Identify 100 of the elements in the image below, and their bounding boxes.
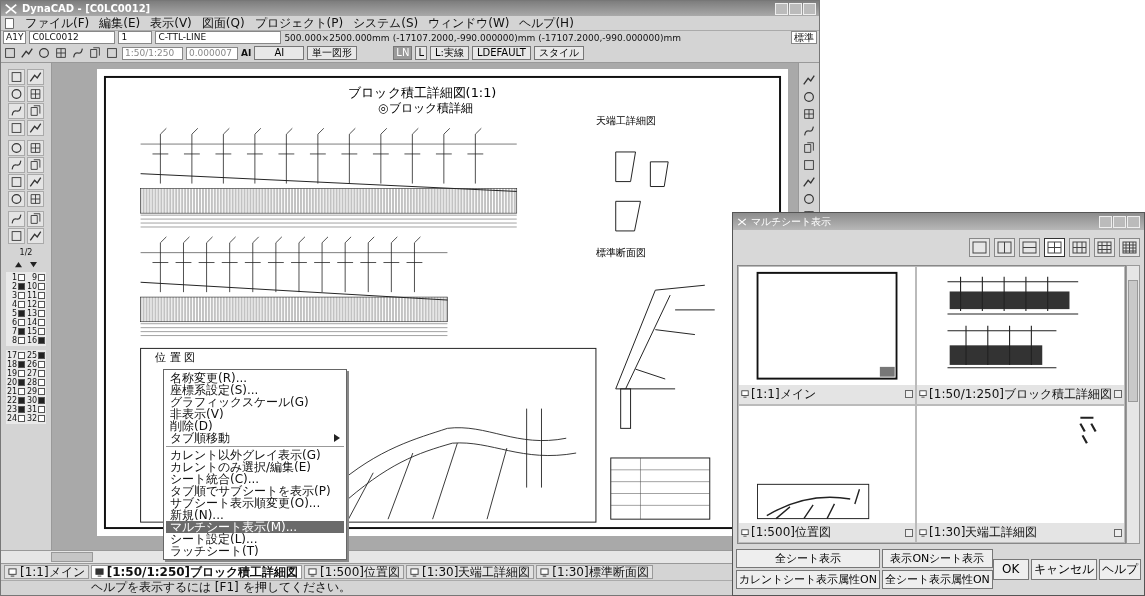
- layer-toggle[interactable]: [18, 328, 25, 335]
- layer-number-field[interactable]: 1: [118, 31, 153, 44]
- sheet-tab[interactable]: [1:500]位置図: [304, 565, 405, 579]
- menu-item[interactable]: ファイル(F): [25, 14, 90, 32]
- menu-item[interactable]: マルチシート表示(M)...: [166, 521, 344, 533]
- menu-item[interactable]: グラフィックスケール(G): [166, 396, 344, 408]
- submenu-item[interactable]: タブ順移動: [166, 432, 344, 444]
- layer-toggle[interactable]: [18, 406, 25, 413]
- menu-item[interactable]: 名称変更(R)...: [166, 372, 344, 384]
- menu-item[interactable]: 座標系設定(S)...: [166, 384, 344, 396]
- layout-button[interactable]: [1069, 238, 1090, 257]
- layer-toggle[interactable]: [18, 283, 25, 290]
- layout-button[interactable]: [1019, 238, 1040, 257]
- minimize-button[interactable]: [775, 2, 788, 15]
- layout-button[interactable]: [1044, 238, 1065, 257]
- layer-toggle[interactable]: [38, 361, 45, 368]
- layer-toggle[interactable]: [18, 274, 25, 281]
- layer-toggle[interactable]: [38, 379, 45, 386]
- layer-toggle[interactable]: [18, 301, 25, 308]
- menu-item[interactable]: プロジェクト(P): [254, 14, 344, 32]
- menu-item[interactable]: 削除(D): [166, 420, 344, 432]
- layer-toggle[interactable]: [18, 370, 25, 377]
- sheet-preview[interactable]: [917, 267, 1124, 385]
- layout-button[interactable]: [1119, 238, 1140, 257]
- sheet-display-button[interactable]: 表示ONシート表示: [881, 549, 993, 568]
- scale-field[interactable]: 1:50/1:250: [122, 46, 183, 60]
- scroll-thumb[interactable]: [51, 552, 93, 562]
- sheet-tab[interactable]: [1:50/1:250]ブロック積工詳細図: [90, 565, 303, 579]
- layer-toggle[interactable]: [38, 352, 45, 359]
- font-selector[interactable]: AI: [254, 46, 305, 60]
- layer-toggle[interactable]: [18, 292, 25, 299]
- dialog-button[interactable]: OK: [992, 558, 1029, 580]
- linetype-toggle[interactable]: L: [415, 46, 427, 60]
- layer-toggle[interactable]: [18, 388, 25, 395]
- menu-item[interactable]: 編集(E): [99, 14, 141, 32]
- layer-toggle[interactable]: [38, 319, 45, 326]
- menu-item[interactable]: カレント以外グレイ表示(G): [166, 449, 344, 461]
- menu-item[interactable]: 図面(Q): [201, 14, 245, 32]
- mode-selector[interactable]: 単一図形: [307, 46, 358, 60]
- sheet-tab[interactable]: [1:30]天端工詳細図: [406, 565, 535, 579]
- layer-toggle[interactable]: [38, 337, 45, 344]
- menu-item[interactable]: タブ順でサブシートを表示(P): [166, 485, 344, 497]
- layer-name-field[interactable]: C-TTL-LINE: [155, 31, 282, 44]
- layer-toggle[interactable]: [38, 283, 45, 290]
- menu-item[interactable]: シート統合(C)...: [166, 473, 344, 485]
- layer-toggle[interactable]: [38, 301, 45, 308]
- menu-item[interactable]: カレントのみ選択/編集(E): [166, 461, 344, 473]
- up-arrow-icon[interactable]: [14, 261, 23, 268]
- layer-toggle[interactable]: [18, 310, 25, 317]
- layer-toggle[interactable]: [38, 370, 45, 377]
- close-button[interactable]: [1127, 215, 1140, 228]
- layer-toggle[interactable]: [18, 337, 25, 344]
- layer-toggle[interactable]: [18, 361, 25, 368]
- down-arrow-icon[interactable]: [29, 261, 38, 268]
- sheet-tab[interactable]: [1:1]メイン: [4, 565, 89, 579]
- layer-toggle[interactable]: [18, 415, 25, 422]
- menu-item[interactable]: ヘルプ(H): [519, 14, 574, 32]
- pen-selector[interactable]: LDEFAULT: [471, 46, 531, 60]
- dialog-button[interactable]: ヘルプ: [1098, 558, 1141, 580]
- layer-toggle[interactable]: [38, 397, 45, 404]
- sheet-code-field[interactable]: A1Y: [3, 31, 27, 44]
- layer-toggle[interactable]: [38, 406, 45, 413]
- maximize-button[interactable]: [789, 2, 802, 15]
- layer-toggle[interactable]: [38, 292, 45, 299]
- layer-toggle[interactable]: [38, 328, 45, 335]
- maximize-button[interactable]: [1113, 215, 1126, 228]
- value-field[interactable]: 0.000007: [186, 46, 238, 60]
- layer-toggle[interactable]: [38, 388, 45, 395]
- layer-toggle[interactable]: [38, 310, 45, 317]
- dialog-button[interactable]: キャンセル: [1030, 558, 1097, 580]
- menu-item[interactable]: 表示(V): [150, 14, 192, 32]
- sheet-display-button[interactable]: カレントシート表示属性ON: [736, 570, 880, 589]
- menu-item[interactable]: システム(S): [353, 14, 419, 32]
- menu-item[interactable]: 非表示(V): [166, 408, 344, 420]
- layer-toggle[interactable]: [18, 379, 25, 386]
- sheet-display-button[interactable]: 全シート表示属性ON: [881, 570, 993, 589]
- scroll-thumb[interactable]: [1128, 280, 1138, 402]
- menu-item[interactable]: シート設定(L)...: [166, 533, 344, 545]
- menu-item[interactable]: サブシート表示順変更(O)...: [166, 497, 344, 509]
- menu-item[interactable]: ラッチシート(T): [166, 545, 344, 557]
- layer-toggle[interactable]: [38, 274, 45, 281]
- layer-toggle[interactable]: [18, 319, 25, 326]
- close-button[interactable]: [803, 2, 816, 15]
- polyline-icon[interactable]: [26, 69, 44, 85]
- menu-item[interactable]: ウィンドウ(W): [428, 14, 510, 32]
- sheet-preview[interactable]: [739, 405, 916, 523]
- layer-toggle[interactable]: [18, 352, 25, 359]
- layout-button[interactable]: [1094, 238, 1115, 257]
- style-field[interactable]: 標準: [791, 31, 817, 44]
- sheet-preview[interactable]: [739, 267, 916, 385]
- menu-item[interactable]: 新規(N)...: [166, 509, 344, 521]
- style-button[interactable]: スタイル: [533, 46, 584, 60]
- layer-toggle[interactable]: [38, 415, 45, 422]
- linetype-selector[interactable]: L:実線: [429, 46, 469, 60]
- sheet-tab[interactable]: [1:30]標準断面図: [536, 565, 653, 579]
- layer-toggle[interactable]: [18, 397, 25, 404]
- sheet-display-button[interactable]: 全シート表示: [736, 549, 880, 568]
- minimize-button[interactable]: [1099, 215, 1112, 228]
- drawing-id-field[interactable]: C0LC0012: [29, 31, 116, 44]
- layout-button[interactable]: [994, 238, 1015, 257]
